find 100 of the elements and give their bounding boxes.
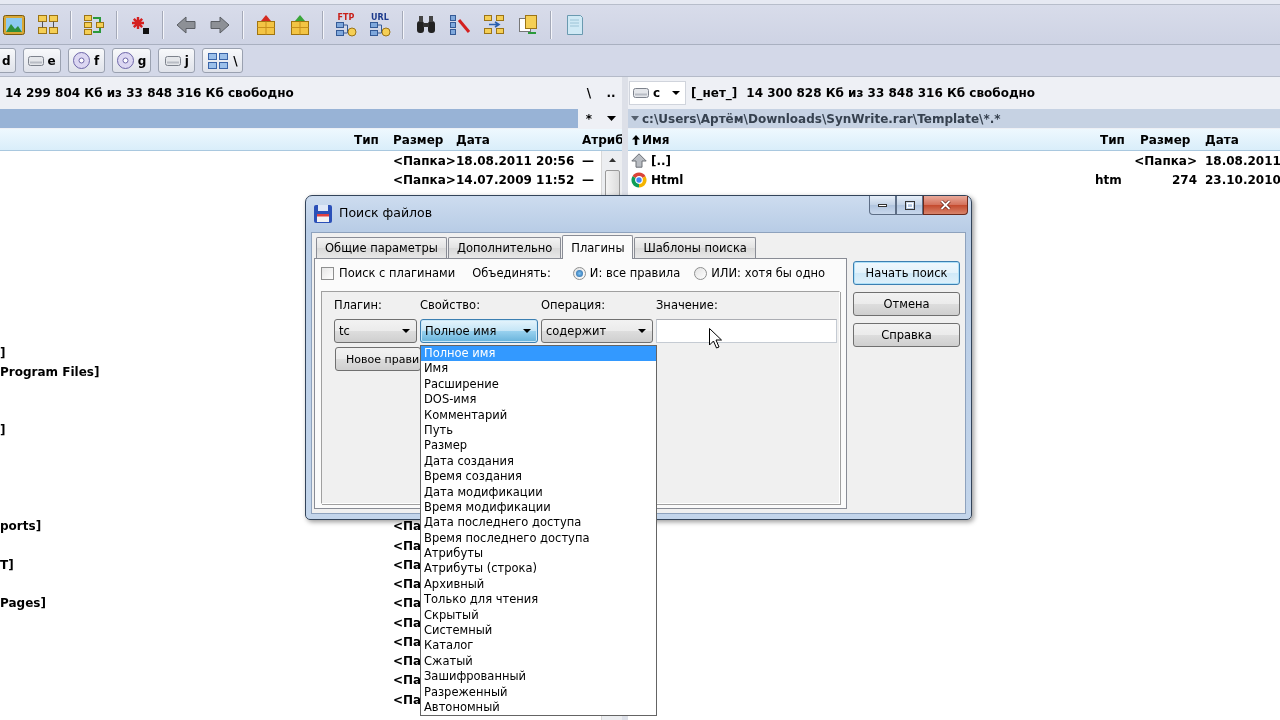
field-label: Свойство:	[420, 297, 482, 313]
mouse-pointer-icon	[709, 328, 722, 349]
file-size: <Па	[393, 577, 422, 592]
caret-icon	[606, 116, 616, 121]
list-option[interactable]: Путь	[421, 422, 656, 439]
radio-label: ИЛИ: хотя бы одно	[711, 266, 826, 280]
drive-button[interactable]: f	[67, 48, 105, 73]
left-arrow-icon[interactable]	[176, 15, 196, 34]
dialog-button[interactable]: Отмена	[853, 292, 960, 316]
list-option[interactable]: Комментарий	[421, 407, 656, 423]
list-option[interactable]: Скрытый	[421, 607, 656, 624]
drive-button[interactable]: g	[111, 48, 152, 73]
file-attributes: —	[582, 172, 594, 187]
list-option[interactable]: Каталог	[421, 638, 656, 654]
file-name: Pages]	[0, 596, 46, 611]
dropdown[interactable]: tc	[334, 319, 417, 343]
nav-button[interactable]: ..	[600, 81, 622, 104]
radio-button[interactable]	[694, 266, 708, 280]
network-boxes-icon	[369, 21, 391, 37]
file-size: <Па	[393, 519, 422, 534]
volume-label: [_нет_]	[691, 85, 738, 100]
list-option[interactable]: Разреженный	[421, 684, 656, 700]
documents-icon[interactable]	[517, 14, 539, 35]
list-option[interactable]: Системный	[421, 623, 656, 639]
file-name: [..]	[651, 153, 672, 168]
disc-icon	[73, 52, 91, 69]
list-option[interactable]: Время модификации	[421, 499, 656, 516]
radio-label: И: все правила	[589, 266, 681, 280]
tab[interactable]: Общие параметры	[316, 237, 447, 258]
input-field[interactable]	[656, 319, 837, 343]
drive-dropdown[interactable]: c	[629, 80, 686, 105]
list-option[interactable]: Время последнего доступа	[421, 530, 656, 547]
drive-button[interactable]: e	[22, 48, 61, 73]
picture-icon[interactable]	[3, 14, 25, 35]
list-option[interactable]: Размер	[421, 438, 656, 454]
pen-icon[interactable]	[449, 14, 471, 35]
notepad-icon[interactable]	[564, 13, 584, 36]
list-option[interactable]: Расширение	[421, 376, 656, 393]
caret-icon	[672, 90, 680, 95]
column-header[interactable]: Размер	[1137, 129, 1200, 150]
boxes-arrows-icon[interactable]	[83, 13, 105, 36]
list-option[interactable]: Автономный	[421, 700, 656, 716]
colored-circle-icon	[631, 171, 647, 188]
asterisk-icon[interactable]	[130, 14, 150, 35]
drive-button[interactable]: d	[0, 48, 16, 73]
file-size: <Па	[393, 538, 422, 553]
column-header[interactable]: Тип	[1095, 129, 1137, 150]
caret-icon	[402, 329, 410, 333]
list-option[interactable]: Имя	[421, 361, 656, 377]
dropdown[interactable]: содержит	[541, 319, 653, 343]
file-size: <Папка>	[1134, 153, 1197, 168]
combine-label: Объединять:	[472, 266, 551, 280]
right-arrow-icon[interactable]	[210, 15, 230, 34]
list-option[interactable]: Сжатый	[421, 653, 656, 670]
list-option[interactable]: Дата последнего доступа	[421, 515, 656, 531]
file-name: Html	[651, 172, 684, 187]
minimize-button[interactable]	[869, 196, 896, 215]
new-rule-button[interactable]: Новое прави	[335, 347, 421, 371]
dropdown[interactable]: Полное имя	[420, 319, 538, 343]
tab[interactable]: Шаблоны поиска	[634, 237, 756, 258]
nav-button[interactable]: \	[578, 81, 600, 104]
file-size: <Папка>	[393, 153, 456, 168]
close-button[interactable]	[923, 196, 968, 215]
column-header[interactable]: Тип	[350, 129, 390, 150]
file-name: ports]	[0, 519, 42, 534]
toolbar-button[interactable]: FTP	[332, 8, 360, 41]
maximize-button[interactable]	[896, 196, 923, 215]
dialog-button[interactable]: Справка	[853, 323, 960, 347]
list-option[interactable]: DOS-имя	[421, 392, 656, 408]
list-option[interactable]: Зашифрованный	[421, 669, 656, 685]
checkbox[interactable]	[321, 266, 334, 280]
toolbar-button[interactable]: URL	[366, 8, 394, 41]
file-date: 14.07.2009 11:52	[456, 172, 575, 187]
list-option[interactable]: Дата модификации	[421, 484, 656, 500]
boxes-sync-icon[interactable]	[483, 14, 505, 35]
drive-button[interactable]: j	[158, 48, 196, 73]
drive-button[interactable]: \	[202, 48, 243, 73]
column-header[interactable]: Дата	[1200, 129, 1280, 150]
list-option[interactable]: Только для чтения	[421, 592, 656, 608]
list-option[interactable]: Атрибуты (строка)	[421, 561, 656, 577]
file-size: <Па	[393, 673, 422, 688]
boxes-tree-icon[interactable]	[37, 14, 59, 35]
file-date: 23.10.2010	[1205, 172, 1280, 187]
list-option[interactable]: Атрибуты	[421, 546, 656, 562]
filter-button[interactable]: *	[578, 109, 600, 128]
list-option[interactable]: Дата создания	[421, 453, 656, 470]
list-option[interactable]: Архивный	[421, 576, 656, 593]
package-icon[interactable]	[255, 14, 277, 35]
disc-icon	[116, 52, 134, 69]
drive-icon	[27, 55, 44, 66]
package-icon[interactable]	[289, 14, 311, 35]
column-header[interactable]: Дата	[453, 129, 579, 150]
list-option[interactable]: Время создания	[421, 469, 656, 485]
radio-button[interactable]	[572, 266, 586, 280]
tab[interactable]: Плагины	[562, 235, 634, 259]
column-header[interactable]: Имя	[628, 129, 1095, 150]
dialog-button[interactable]: Начать поиск	[853, 261, 960, 285]
tab[interactable]: Дополнительно	[447, 237, 562, 258]
column-header[interactable]: Размер	[390, 129, 453, 150]
binoculars-icon[interactable]	[415, 15, 437, 34]
